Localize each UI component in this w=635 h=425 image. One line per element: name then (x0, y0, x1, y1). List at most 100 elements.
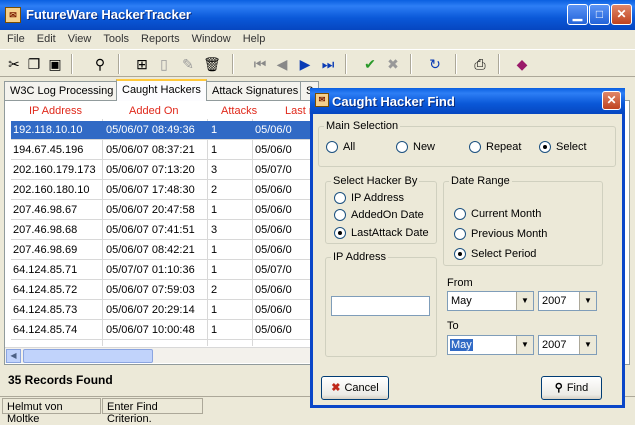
tab-attack-signatures[interactable]: Attack Signatures (206, 81, 305, 100)
cell-added-on: 05/06/07 08:49:36 (106, 124, 195, 136)
find-button[interactable]: ⚲ Find (541, 376, 602, 400)
cell-last-attack: 05/06/0 (255, 144, 292, 156)
date-range-group: Date Range Current Month Previous Month … (443, 175, 603, 266)
toolbar-separator (498, 54, 500, 74)
table-row[interactable]: 207.46.98.68 05/06/07 07:41:51 3 05/06/0 (11, 221, 311, 240)
app-title: FutureWare HackerTracker (26, 7, 191, 22)
menu-reports[interactable]: Reports (134, 30, 185, 45)
last-icon[interactable]: ⏭ (318, 54, 338, 74)
cell-added-on: 05/06/07 08:42:21 (106, 244, 195, 256)
dialog-close-button[interactable]: ✕ (602, 91, 621, 110)
table-row[interactable]: 192.118.10.10 05/06/07 08:49:36 1 05/06/0 (11, 121, 311, 140)
select-hacker-by-legend: Select Hacker By (331, 175, 420, 187)
from-year-select[interactable]: 2007 ▼ (538, 291, 597, 311)
cell-ip: 207.46.98.67 (13, 204, 78, 216)
next-icon[interactable]: ▶ (295, 54, 315, 74)
cell-added-on: 05/06/07 10:00:48 (106, 324, 195, 336)
table-row[interactable]: 194.67.45.196 05/06/07 08:37:21 1 05/06/0 (11, 141, 311, 160)
to-month-select[interactable]: May ▼ (447, 335, 534, 355)
menu-file[interactable]: File (0, 30, 30, 45)
chevron-down-icon: ▼ (579, 292, 596, 310)
records-found: 35 Records Found (8, 373, 113, 387)
cell-attacks: 1 (211, 244, 218, 256)
previous-icon[interactable]: ◀ (272, 54, 292, 74)
scroll-left-icon[interactable]: ◀ (6, 349, 21, 363)
cell-attacks: 1 (211, 124, 218, 136)
new-record-icon[interactable]: ⊞ (132, 54, 152, 74)
tab-caught-hackers[interactable]: Caught Hackers (116, 79, 207, 101)
copy-icon[interactable]: ❐ (24, 54, 44, 74)
cell-attacks: 3 (211, 164, 218, 176)
status-message: Enter Find Criterion. (102, 398, 203, 425)
table-row[interactable]: 64.124.85.74 05/06/07 10:00:48 1 05/06/0 (11, 321, 311, 340)
menu-view[interactable]: View (61, 30, 97, 45)
to-year-select[interactable]: 2007 ▼ (538, 335, 597, 355)
menu-edit[interactable]: Edit (30, 30, 61, 45)
table-row[interactable]: 64.124.85.73 05/06/07 20:29:14 1 05/06/0 (11, 301, 311, 320)
table-row[interactable]: 64.124.85.72 05/06/07 07:59:03 2 05/06/0 (11, 281, 311, 300)
check-icon[interactable]: ✔ (360, 54, 380, 74)
cell-last-attack: 05/06/0 (255, 184, 292, 196)
col-attacks[interactable]: Attacks (221, 105, 257, 117)
blank-page-icon[interactable]: ▯ (154, 54, 174, 74)
cancel-button[interactable]: ✖ Cancel (321, 376, 389, 400)
cell-last-attack: 05/07/0 (255, 164, 292, 176)
table-row[interactable]: 202.160.179.173 05/06/07 07:13:20 3 05/07/0 (11, 161, 311, 180)
find-icon[interactable]: ⚲ (90, 54, 110, 74)
print-icon[interactable]: ⎙ (470, 54, 490, 74)
edit-icon[interactable]: ✎ (178, 54, 198, 74)
cell-attacks: 1 (211, 324, 218, 336)
col-ip-address[interactable]: IP Address (29, 105, 82, 117)
cell-attacks: 1 (211, 144, 218, 156)
delete-icon[interactable]: 🗑 (202, 54, 222, 74)
toolbar-separator (71, 54, 73, 74)
book-icon[interactable]: ◆ (512, 54, 532, 74)
cancel-icon[interactable]: ✖ (383, 54, 403, 74)
status-user: Helmut von Moltke (2, 398, 101, 425)
cell-ip: 192.118.10.10 (13, 124, 83, 136)
first-icon[interactable]: ⏮ (250, 54, 270, 74)
cell-added-on: 05/06/07 20:29:14 (106, 304, 195, 316)
cell-ip: 202.160.180.10 (13, 184, 90, 196)
tab-w3c-log-processing[interactable]: W3C Log Processing (4, 81, 120, 100)
table-row[interactable]: 64.124.85.71 05/07/07 01:10:36 1 05/07/0 (11, 261, 311, 280)
date-range-legend: Date Range (449, 175, 512, 187)
toolbar: ✂ ❐ ▣ ⚲ ⊞ ▯ ✎ 🗑 ⏮ ◀ ▶ ⏭ ✔ ✖ ↻ ⎙ ◆ (0, 49, 635, 77)
maximize-button[interactable]: □ (589, 4, 610, 25)
cut-icon[interactable]: ✂ (4, 54, 24, 74)
cell-added-on: 05/06/07 07:13:20 (106, 164, 195, 176)
select-hacker-by-group: Select Hacker By IP Address AddedOn Date… (325, 175, 437, 244)
table-row[interactable]: 207.46.98.69 05/06/07 08:42:21 1 05/06/0 (11, 241, 311, 260)
cell-last-attack: 05/06/0 (255, 284, 292, 296)
cancel-x-icon: ✖ (331, 382, 341, 394)
cell-ip: 64.124.85.71 (13, 264, 78, 276)
menu-window[interactable]: Window (185, 30, 236, 45)
cell-ip: 207.46.98.69 (13, 244, 78, 256)
table-row[interactable]: 202.160.180.10 05/06/07 17:48:30 2 05/06/0 (11, 181, 311, 200)
cell-ip: 202.160.179.173 (13, 164, 96, 176)
cell-ip: 207.46.98.68 (13, 224, 78, 236)
table-row[interactable]: 207.46.98.67 05/06/07 20:47:58 1 05/06/0 (11, 201, 311, 220)
scroll-thumb[interactable] (23, 349, 153, 363)
chevron-down-icon: ▼ (516, 336, 533, 354)
menu-help[interactable]: Help (236, 30, 271, 45)
toolbar-separator (455, 54, 457, 74)
ip-address-input[interactable] (331, 296, 430, 316)
horizontal-scrollbar[interactable]: ◀ (5, 347, 315, 363)
from-label: From (447, 277, 473, 289)
paste-icon[interactable]: ▣ (45, 54, 65, 74)
cell-attacks: 1 (211, 304, 218, 316)
refresh-icon[interactable]: ↻ (425, 54, 445, 74)
close-button[interactable]: ✕ (611, 4, 632, 25)
menu-tools[interactable]: Tools (96, 30, 134, 45)
from-month-select[interactable]: May ▼ (447, 291, 534, 311)
minimize-button[interactable]: ▁ (567, 4, 588, 25)
chevron-down-icon: ▼ (579, 336, 596, 354)
cell-attacks: 1 (211, 204, 218, 216)
toolbar-separator (118, 54, 120, 74)
hacker-tracker-icon: ✉ (5, 7, 21, 23)
cell-attacks: 1 (211, 264, 218, 276)
col-added-on[interactable]: Added On (129, 105, 179, 117)
cell-added-on: 05/06/07 17:48:30 (106, 184, 195, 196)
toolbar-separator (232, 54, 234, 74)
